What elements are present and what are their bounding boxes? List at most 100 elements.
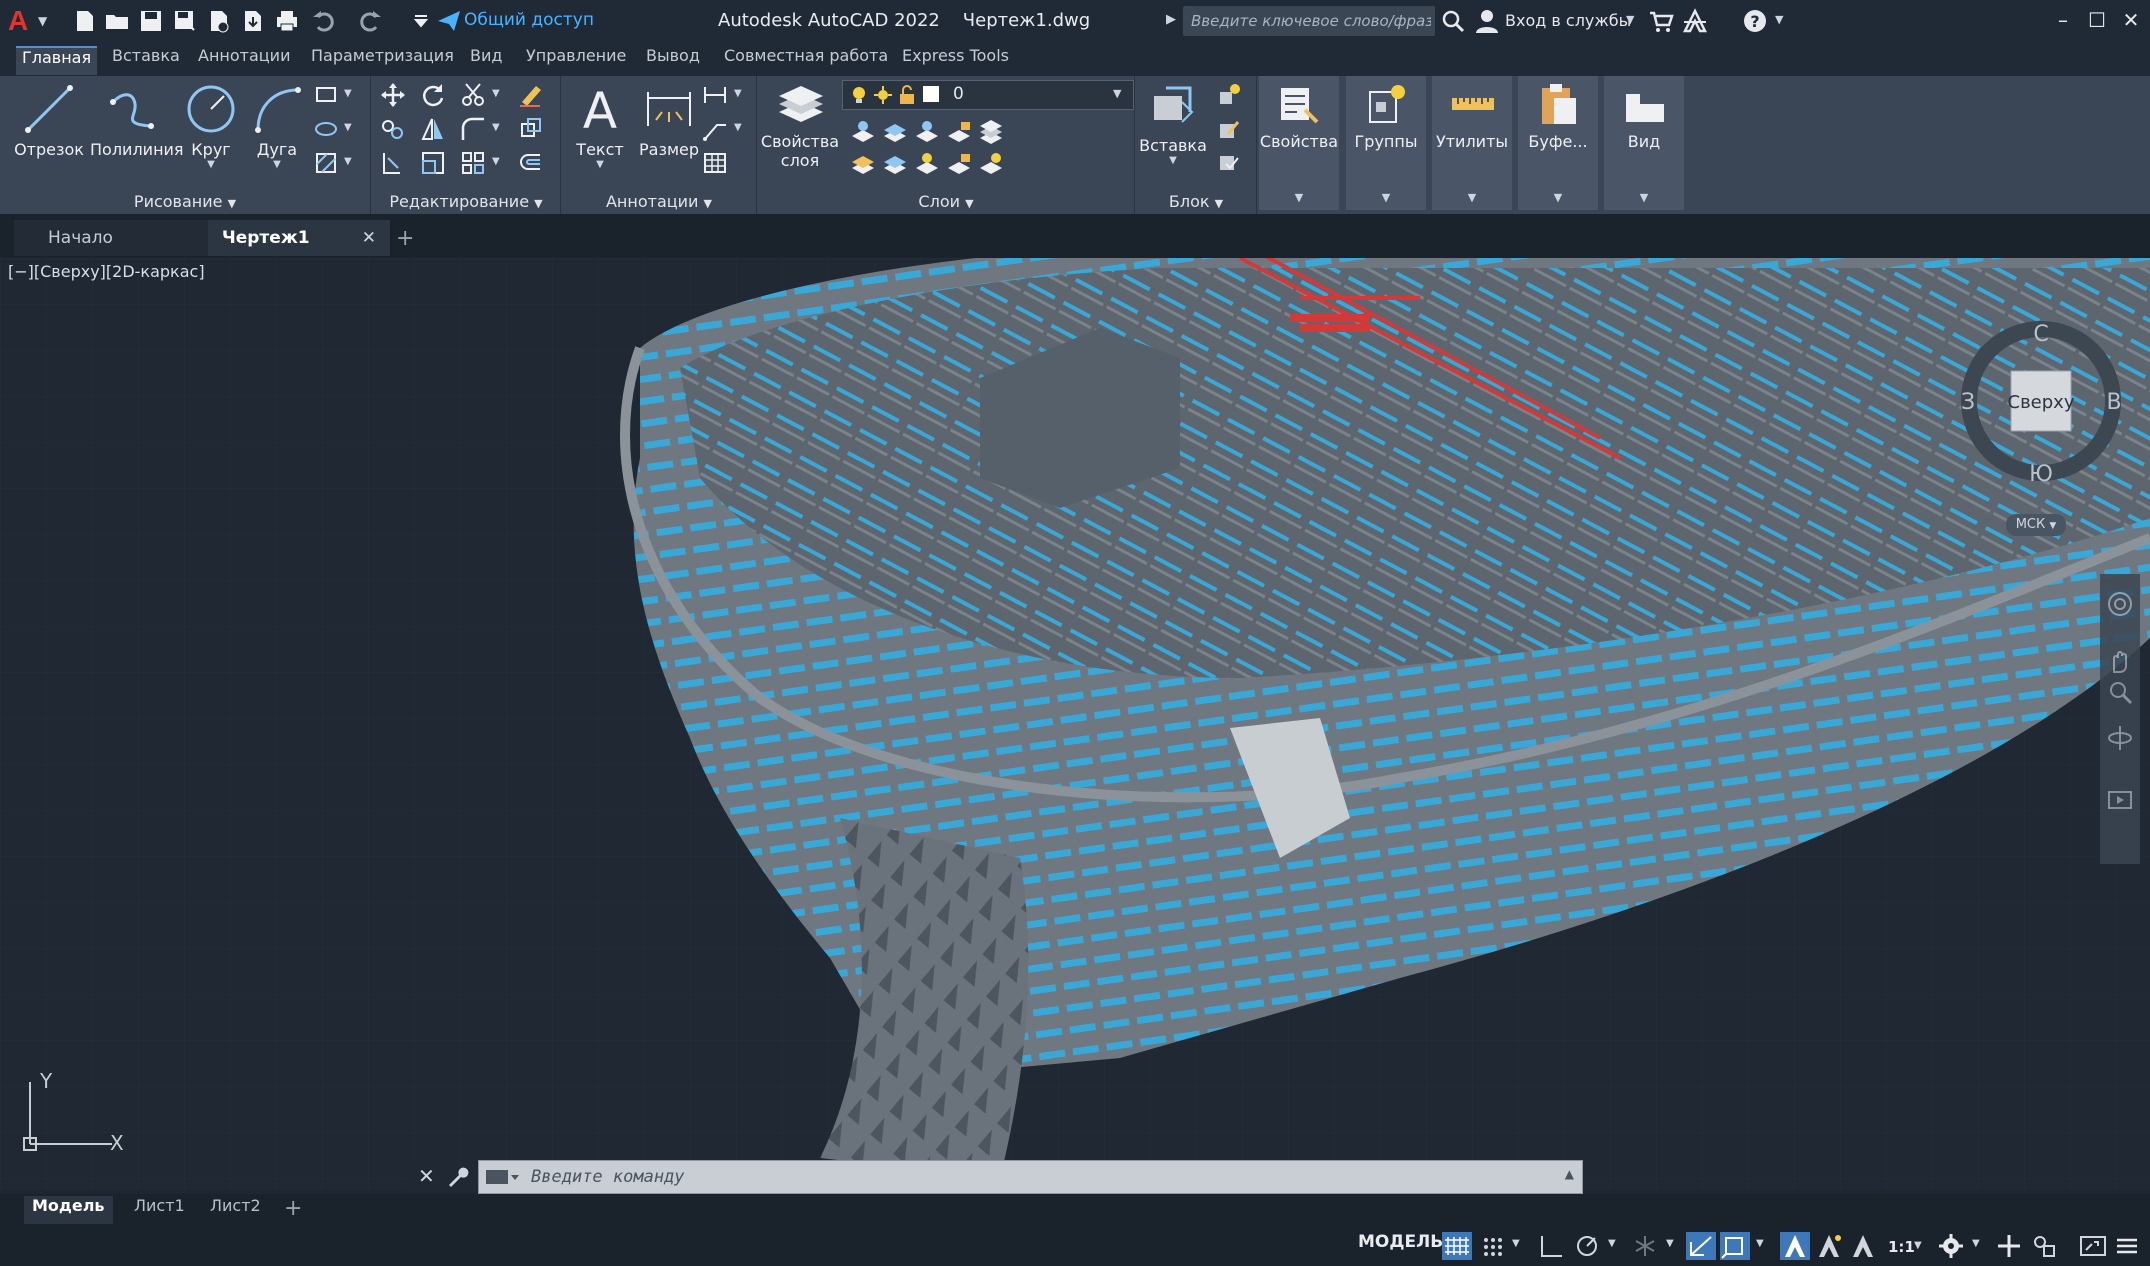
- open-folder-icon[interactable]: [104, 8, 130, 34]
- close-command-line-icon[interactable]: ✕: [418, 1164, 435, 1188]
- recent-commands-icon[interactable]: [485, 1167, 521, 1187]
- command-line[interactable]: ▲: [478, 1160, 1583, 1194]
- annotation-panel-title[interactable]: Аннотации ▼: [562, 192, 756, 211]
- steering-wheel-icon[interactable]: [2106, 590, 2134, 618]
- drawing-viewport[interactable]: [−][Сверху][2D-каркас] Сверху С Ю В З МС…: [0, 258, 2150, 1190]
- isolate-objects-icon[interactable]: [2030, 1232, 2060, 1260]
- fillet-icon[interactable]: [460, 116, 486, 142]
- compass-north[interactable]: С: [2033, 322, 2048, 347]
- insert-caret-icon[interactable]: ▼: [1138, 155, 1208, 166]
- minimize-icon[interactable]: –: [2048, 6, 2078, 34]
- share-icon[interactable]: [436, 8, 462, 34]
- draw-panel-title[interactable]: Рисование ▼: [0, 192, 370, 211]
- search-input[interactable]: [1183, 6, 1433, 36]
- viewcube[interactable]: Сверху С Ю В З: [1956, 316, 2126, 486]
- object-snap-icon[interactable]: [1720, 1232, 1750, 1260]
- command-history-caret-icon[interactable]: ▲: [1565, 1167, 1574, 1181]
- layer-thaw-all-icon[interactable]: [914, 150, 940, 176]
- tab-parametric[interactable]: Параметризация: [305, 46, 460, 73]
- tab-insert[interactable]: Вставка: [106, 46, 186, 73]
- tab-view[interactable]: Вид: [464, 46, 508, 73]
- autocad-logo-icon[interactable]: A: [8, 5, 28, 37]
- view-button[interactable]: Вид ▼: [1604, 76, 1684, 210]
- close-tab-icon[interactable]: ✕: [362, 220, 376, 256]
- block-panel-title[interactable]: Блок ▼: [1136, 192, 1256, 211]
- draw-panel-caret-icon[interactable]: ▼: [228, 197, 236, 210]
- redo-icon[interactable]: [358, 8, 384, 34]
- stretch-icon[interactable]: [380, 150, 406, 176]
- leader-caret-icon[interactable]: ▼: [734, 122, 742, 133]
- layers-panel-caret-icon[interactable]: ▼: [965, 197, 973, 210]
- customization-menu-icon[interactable]: [2112, 1232, 2142, 1260]
- properties-caret-icon[interactable]: ▼: [1259, 191, 1339, 204]
- new-file-icon[interactable]: [72, 8, 98, 34]
- layer-off-icon[interactable]: [850, 118, 876, 144]
- grid-display-icon[interactable]: [1442, 1232, 1472, 1260]
- tab-output[interactable]: Вывод: [640, 46, 706, 73]
- annotation-visibility-icon[interactable]: [1780, 1232, 1810, 1260]
- fillet-caret-icon[interactable]: ▼: [492, 122, 500, 133]
- close-window-icon[interactable]: ✕: [2116, 6, 2146, 34]
- layer-freeze-icon[interactable]: [914, 118, 940, 144]
- view-caret-icon[interactable]: ▼: [1604, 191, 1684, 204]
- object-snap-caret-icon[interactable]: ▼: [1756, 1238, 1764, 1249]
- compass-south[interactable]: Ю: [2029, 462, 2053, 486]
- array-caret-icon[interactable]: ▼: [492, 156, 500, 167]
- layout-tab-model[interactable]: Модель: [24, 1196, 113, 1224]
- arc-tool[interactable]: Дуга ▼: [238, 78, 316, 182]
- polar-tracking-icon[interactable]: [1572, 1232, 1602, 1260]
- search-box[interactable]: [1183, 6, 1435, 36]
- zoom-extents-icon[interactable]: [2106, 678, 2134, 706]
- move-icon[interactable]: [380, 82, 406, 108]
- line-tool[interactable]: Отрезок: [10, 78, 88, 182]
- groups-button[interactable]: Группы ▼: [1346, 76, 1426, 210]
- layer-dropdown-caret-icon[interactable]: ▼: [1113, 87, 1121, 100]
- help-icon[interactable]: ?: [1742, 8, 1768, 34]
- array-icon[interactable]: [460, 150, 486, 176]
- trim-caret-icon[interactable]: ▼: [492, 88, 500, 99]
- explode-icon[interactable]: [518, 116, 544, 142]
- ellipse-icon[interactable]: [314, 116, 340, 142]
- model-space-toggle[interactable]: МОДЕЛЬ: [1354, 1232, 1447, 1260]
- hatch-icon[interactable]: [314, 150, 340, 176]
- undo-icon[interactable]: [310, 8, 336, 34]
- edit-block-icon[interactable]: [1216, 116, 1242, 142]
- new-tab-icon[interactable]: +: [396, 226, 414, 251]
- scale-caret-icon[interactable]: ▼: [1914, 1240, 1922, 1251]
- layout-tab-sheet1[interactable]: Лист1: [126, 1196, 193, 1224]
- layer-lock-icon[interactable]: [946, 118, 972, 144]
- ortho-mode-icon[interactable]: [1536, 1232, 1566, 1260]
- showmotion-icon[interactable]: [2106, 786, 2134, 814]
- hatch-caret-icon[interactable]: ▼: [344, 156, 352, 167]
- help-caret-icon[interactable]: ▼: [1775, 13, 1783, 26]
- block-panel-caret-icon[interactable]: ▼: [1215, 197, 1223, 210]
- pan-hand-icon[interactable]: [2106, 646, 2134, 674]
- doc-tab-start[interactable]: Начало: [14, 220, 238, 256]
- layer-properties-tool[interactable]: Свойства слоя: [760, 78, 840, 182]
- snap-mode-icon[interactable]: [1478, 1232, 1508, 1260]
- auto-scale-icon[interactable]: [1814, 1232, 1844, 1260]
- layer-states-icon[interactable]: [978, 118, 1004, 144]
- isodraft-icon[interactable]: [1630, 1232, 1660, 1260]
- customize-qat-icon[interactable]: [408, 8, 434, 34]
- maximize-icon[interactable]: ☐: [2082, 6, 2112, 34]
- autodesk-app-icon[interactable]: [1682, 8, 1708, 34]
- annotation-panel-caret-icon[interactable]: ▼: [704, 197, 712, 210]
- open-web-icon[interactable]: [206, 8, 232, 34]
- signin-label[interactable]: Вход в службы: [1505, 11, 1631, 30]
- tab-collaborate[interactable]: Совместная работа: [718, 46, 894, 73]
- ucs-menu[interactable]: МСК ▼: [2006, 514, 2066, 536]
- cart-icon[interactable]: [1648, 8, 1674, 34]
- rectangle-caret-icon[interactable]: ▼: [344, 88, 352, 99]
- annotation-scale-icon[interactable]: [1848, 1232, 1878, 1260]
- scale-icon[interactable]: [420, 150, 446, 176]
- compass-east[interactable]: В: [2106, 390, 2121, 415]
- table-icon[interactable]: [702, 150, 728, 176]
- modify-panel-title[interactable]: Редактирование ▼: [372, 192, 560, 211]
- search-expand-icon[interactable]: ▶: [1166, 12, 1176, 27]
- text-caret-icon[interactable]: ▼: [564, 159, 636, 170]
- rectangle-icon[interactable]: [314, 82, 340, 108]
- layer-previous-icon[interactable]: [882, 150, 908, 176]
- copy-icon[interactable]: [380, 116, 406, 142]
- ucs-menu-caret-icon[interactable]: ▼: [2049, 521, 2056, 531]
